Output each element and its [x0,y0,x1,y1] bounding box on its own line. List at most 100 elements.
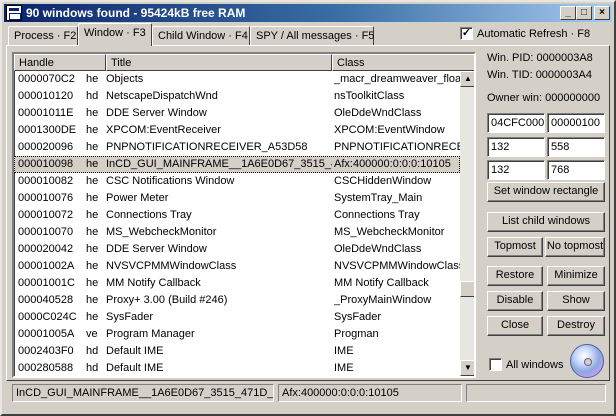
app-window: 90 windows found - 95424kB free RAM _ □ … [0,0,616,416]
row-title: SysFader [106,311,154,323]
row-class: MM Notify Callback [334,277,429,289]
set-window-rectangle-button[interactable]: Set window rectangle [487,182,605,202]
tab-window[interactable]: Window · F3 [78,23,152,46]
row-title: Default IME [106,345,164,357]
row-title: NVSVCPMMWindowClass [106,260,237,272]
restore-button[interactable]: Restore [487,266,543,286]
owner-win-label: Owner win: 000000000 [487,92,601,104]
row-title: DDE Server Window [106,243,207,255]
row-type: he [86,107,99,119]
row-handle: 000280588 [18,362,74,374]
status-class: Afx:400000:0:0:0:10105 [278,384,462,402]
row-class: Afx:400000:0:0:0:10105 [334,158,451,170]
row-type: hd [86,345,99,357]
tab-spy-all-messages[interactable]: SPY / All messages · F5 [250,26,374,45]
rect-top-field[interactable]: 558 [547,137,605,157]
handle-field-a[interactable]: 04CFC000 [487,113,545,133]
close-target-window-button[interactable]: Close [487,316,543,336]
row-handle: 000010098 [18,158,74,170]
table-row[interactable]: 000010098 he InCD_GUI_MAINFRAME__1A6E0D67_… [14,156,460,173]
show-button[interactable]: Show [547,291,605,311]
row-title: InCD_GUI_MAINFRAME__1A6E0D67_3515_4 [106,158,332,170]
handle-field-b[interactable]: 00000100 [547,113,605,133]
scroll-thumb[interactable] [460,281,474,297]
rect-left-field[interactable]: 132 [487,137,545,157]
automatic-refresh-checkbox[interactable]: ✓ [460,27,473,40]
automatic-refresh-toggle[interactable]: ✓ Automatic Refresh · F8 [460,27,590,43]
row-title: PNPNOTIFICATIONRECEIVER_A53D58 [106,141,308,153]
rect-width-field[interactable]: 132 [487,160,545,180]
row-class: Connections Tray [334,209,420,221]
vertical-scrollbar[interactable]: ▲ ▼ [460,71,474,376]
all-windows-checkbox[interactable] [489,358,502,371]
title-bar[interactable]: 90 windows found - 95424kB free RAM _ □ … [4,4,612,22]
close-window-button[interactable]: × [594,6,610,20]
table-row[interactable]: 000020096 he PNPNOTIFICATIONRECEIVER_A53D5… [14,139,460,156]
app-window-icon [6,5,22,21]
column-header-handle[interactable]: Handle [14,54,106,71]
window-title: 90 windows found - 95424kB free RAM [26,6,246,20]
row-class: Progman [334,328,379,340]
table-row[interactable]: 000010120 hd NetscapeDispatchWnd nsToolkitC… [14,88,460,105]
tab-process[interactable]: Process · F2 [8,26,78,45]
minimize-button[interactable]: Minimize [547,266,605,286]
win-pid-label: Win. PID: 0000003A8 [487,52,593,64]
row-handle: 000010120 [18,90,74,102]
row-type: he [86,294,99,306]
table-row[interactable]: 000280588 hd Default IME IME [14,360,460,376]
minimize-window-button[interactable]: _ [560,6,576,20]
table-row[interactable]: 0000C024C he SysFader SysFader [14,309,460,326]
row-title: Connections Tray [106,209,192,221]
row-type: he [86,226,99,238]
cd-disc-icon [570,344,604,378]
row-type: he [86,209,99,221]
row-class: OleDdeWndClass [334,243,422,255]
row-class: PNPNOTIFICATIONRECE [334,141,460,153]
status-title: InCD_GUI_MAINFRAME__1A6E0D67_3515_471D_ [12,384,274,402]
destroy-button[interactable]: Destroy [547,316,605,336]
rect-height-field[interactable]: 768 [547,160,605,180]
table-row[interactable]: 00001011E he DDE Server Window OleDdeWndCla… [14,105,460,122]
table-row[interactable]: 000010072 he Connections Tray Connections T… [14,207,460,224]
table-row[interactable]: 0001300DE he XPCOM:EventReceiver XPCOM:Even… [14,122,460,139]
maximize-window-button[interactable]: □ [576,6,592,20]
row-handle: 000010070 [18,226,74,238]
column-header-title[interactable]: Title [106,54,332,71]
row-title: NetscapeDispatchWnd [106,90,218,102]
row-title: XPCOM:EventReceiver [106,124,221,136]
table-row[interactable]: 000010082 he CSC Notifications Window CSCHi… [14,173,460,190]
list-child-windows-button[interactable]: List child windows [487,212,605,232]
row-class: nsToolkitClass [334,90,405,102]
window-list[interactable]: Handle Title Class 0000070C2 he Objects _ma… [12,52,476,378]
no-topmost-button[interactable]: No topmost [545,237,605,257]
all-windows-toggle[interactable]: All windows [489,358,563,371]
scroll-down-button[interactable]: ▼ [460,360,474,376]
all-windows-label: All windows [506,359,564,372]
table-row[interactable]: 000020042 he DDE Server Window OleDdeWndCla… [14,241,460,258]
row-type: he [86,277,99,289]
row-handle: 000010076 [18,192,74,204]
row-type: he [86,141,99,153]
row-type: he [86,192,99,204]
table-row[interactable]: 000010070 he MS_WebcheckMonitor MS_Webcheck… [14,224,460,241]
row-class: MS_WebcheckMonitor [334,226,445,238]
column-header-class[interactable]: Class [332,54,474,71]
disable-button[interactable]: Disable [487,291,543,311]
row-type: hd [86,362,99,374]
row-handle: 00001005A [18,328,75,340]
row-title: CSC Notifications Window [106,175,235,187]
table-row[interactable]: 000010076 he Power Meter SystemTray_Main [14,190,460,207]
topmost-button[interactable]: Topmost [487,237,543,257]
table-row[interactable]: 000040528 he Proxy+ 3.00 (Build #246) _Prox… [14,292,460,309]
table-row[interactable]: 00001002A he NVSVCPMMWindowClass NVSVCPMMWi… [14,258,460,275]
row-type: ve [86,328,98,340]
table-row[interactable]: 0002403F0 hd Default IME IME [14,343,460,360]
table-row[interactable]: 00001001C he MM Notify Callback MM Notify C… [14,275,460,292]
automatic-refresh-label: Automatic Refresh · F8 [477,28,591,41]
table-row[interactable]: 0000070C2 he Objects _macr_dreamweaver_floa… [14,71,460,88]
row-handle: 0001300DE [18,124,77,136]
tab-child-window[interactable]: Child Window · F4 [152,26,250,45]
table-row[interactable]: 00001005A ve Program Manager Progman [14,326,460,343]
row-type: he [86,73,99,85]
scroll-up-button[interactable]: ▲ [460,71,474,87]
